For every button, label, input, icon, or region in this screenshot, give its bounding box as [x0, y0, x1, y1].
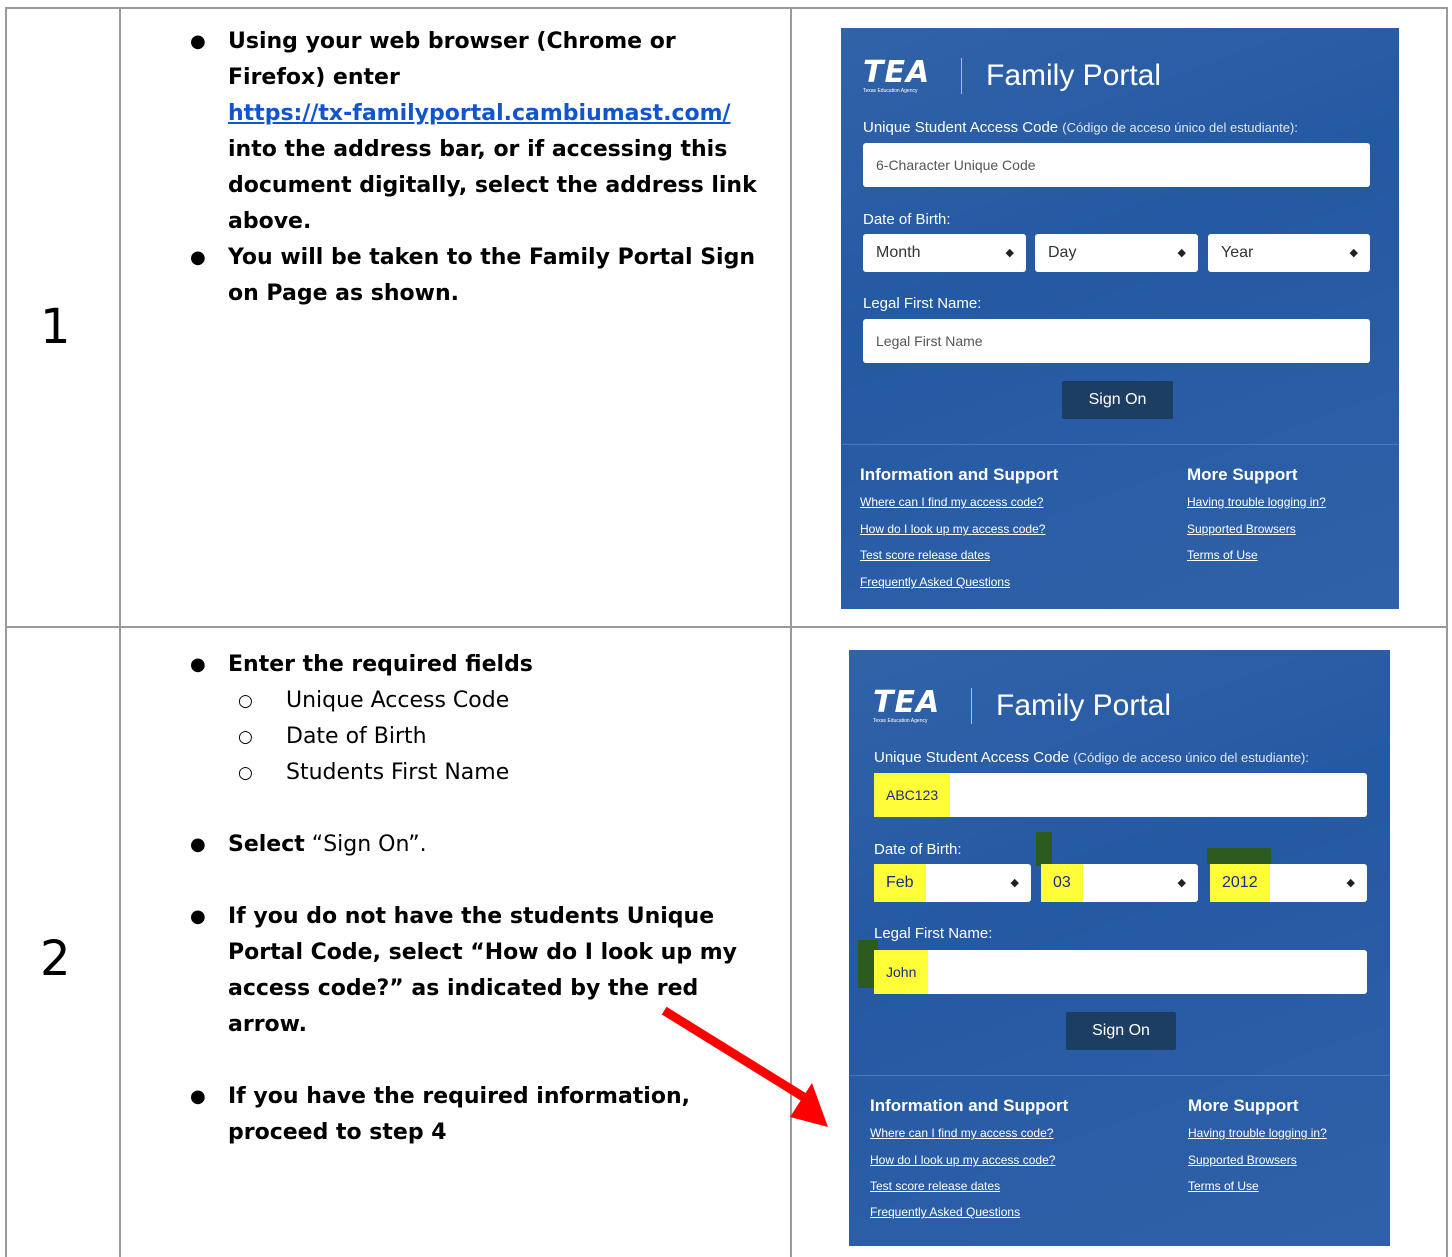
first-name-input[interactable]: Legal First Name [863, 319, 1370, 363]
footer-divider [849, 1075, 1390, 1076]
circle-bullet-icon: ○ [238, 763, 253, 783]
dob-label: Date of Birth: [874, 841, 962, 858]
row-divider [5, 626, 1448, 628]
sign-on-button[interactable]: Sign On [1066, 1012, 1176, 1050]
instruction-bullet: ● Using your web browser (Chrome or Fire… [190, 24, 780, 240]
trouble-logging-in-link[interactable]: Having trouble logging in? [1187, 495, 1326, 509]
first-name-input[interactable]: John [874, 950, 1367, 994]
access-code-label: Unique Student Access Code (Código de ac… [863, 119, 1298, 136]
access-code-label: Unique Student Access Code (Código de ac… [874, 749, 1309, 766]
supported-browsers-link[interactable]: Supported Browsers [1187, 522, 1296, 536]
highlighter-mark [1207, 848, 1271, 864]
instruction-bullet: ● Enter the required fields [190, 647, 780, 683]
more-support-title: More Support [1187, 465, 1298, 484]
highlighter-mark [1036, 832, 1052, 866]
look-up-access-code-link[interactable]: How do I look up my access code? [860, 522, 1045, 536]
column-divider [119, 7, 121, 1257]
step-number: 1 [40, 299, 71, 355]
portal-title: Family Portal [996, 689, 1172, 722]
info-support-title: Information and Support [860, 465, 1059, 484]
first-name-label: Legal First Name: [863, 295, 982, 312]
info-support-title: Information and Support [870, 1096, 1069, 1115]
bullet-icon: ● [190, 654, 206, 675]
circle-bullet-icon: ○ [238, 727, 253, 747]
day-select[interactable]: Day ◆ [1035, 234, 1198, 272]
sort-caret-icon: ◆ [1349, 247, 1358, 259]
family-portal-screenshot: TEA Texas Education Agency Family Portal… [841, 28, 1399, 609]
step-number: 2 [40, 931, 71, 987]
instruction-bullet: ● You will be taken to the Family Portal… [190, 240, 780, 312]
faq-link[interactable]: Frequently Asked Questions [870, 1205, 1020, 1219]
footer-divider [841, 444, 1399, 445]
month-select[interactable]: Feb ◆ [874, 864, 1031, 902]
sort-caret-icon: ◆ [1010, 877, 1019, 889]
trouble-logging-in-link[interactable]: Having trouble logging in? [1188, 1126, 1327, 1140]
sort-caret-icon: ◆ [1177, 877, 1186, 889]
day-select[interactable]: 03 ◆ [1041, 864, 1198, 902]
faq-link[interactable]: Frequently Asked Questions [860, 575, 1010, 589]
supported-browsers-link[interactable]: Supported Browsers [1188, 1153, 1297, 1167]
highlighted-value: ABC123 [874, 773, 951, 817]
circle-bullet-icon: ○ [238, 691, 253, 711]
red-arrow-icon [661, 1006, 828, 1127]
sign-on-button[interactable]: Sign On [1062, 381, 1173, 419]
tea-logo: TEA Texas Education Agency [863, 55, 931, 94]
step-1-instructions: ● Using your web browser (Chrome or Fire… [190, 24, 780, 312]
access-code-input[interactable]: 6-Character Unique Code [863, 143, 1370, 187]
more-support-title: More Support [1188, 1096, 1299, 1115]
family-portal-filled-screenshot: TEA Texas Education Agency Family Portal… [849, 650, 1390, 1246]
sort-caret-icon: ◆ [1005, 247, 1014, 259]
header-divider [961, 58, 962, 94]
instruction-bullet: ● If you have the required information, … [190, 1079, 728, 1151]
sub-item: ○ Date of Birth [152, 719, 780, 755]
bullet-icon: ● [190, 834, 206, 855]
test-score-dates-link[interactable]: Test score release dates [860, 548, 990, 562]
year-select[interactable]: Year ◆ [1208, 234, 1370, 272]
year-select[interactable]: 2012 ◆ [1210, 864, 1367, 902]
bullet-icon: ● [190, 906, 206, 927]
portal-title: Family Portal [986, 59, 1162, 92]
terms-of-use-link[interactable]: Terms of Use [1188, 1179, 1259, 1193]
instruction-bullet: ● Select “Sign On”. [190, 827, 780, 863]
family-portal-link[interactable]: https://tx-familyportal.cambiumast.com/ [228, 101, 731, 126]
portal-header: TEA Texas Education Agency Family Portal [873, 682, 1171, 730]
tea-logo: TEA Texas Education Agency [873, 685, 941, 724]
find-access-code-link[interactable]: Where can I find my access code? [860, 495, 1043, 509]
find-access-code-link[interactable]: Where can I find my access code? [870, 1126, 1053, 1140]
month-select[interactable]: Month ◆ [863, 234, 1026, 272]
first-name-label: Legal First Name: [874, 925, 993, 942]
portal-header: TEA Texas Education Agency Family Portal [863, 52, 1161, 100]
bullet-icon: ● [190, 31, 206, 52]
sub-item: ○ Unique Access Code [152, 683, 780, 719]
access-code-input[interactable]: ABC123 [874, 773, 1367, 817]
test-score-dates-link[interactable]: Test score release dates [870, 1179, 1000, 1193]
sub-item: ○ Students First Name [152, 755, 780, 791]
bullet-icon: ● [190, 247, 206, 268]
look-up-access-code-link[interactable]: How do I look up my access code? [870, 1153, 1055, 1167]
dob-label: Date of Birth: [863, 211, 951, 228]
sort-caret-icon: ◆ [1346, 877, 1355, 889]
terms-of-use-link[interactable]: Terms of Use [1187, 548, 1258, 562]
header-divider [971, 688, 972, 724]
sort-caret-icon: ◆ [1177, 247, 1186, 259]
bullet-icon: ● [190, 1086, 206, 1107]
